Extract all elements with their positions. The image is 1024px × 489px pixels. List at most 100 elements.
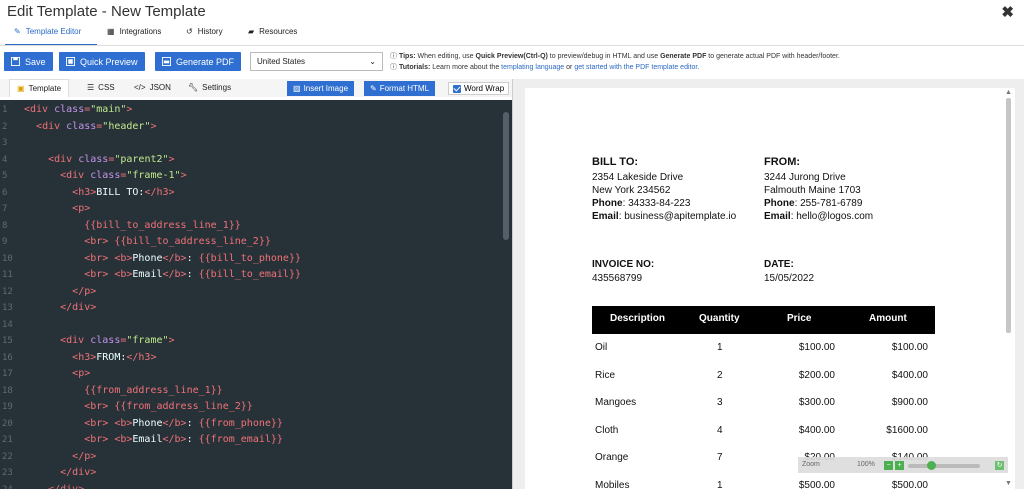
code-line: 14 bbox=[0, 317, 502, 333]
format-html-button[interactable]: ✎ Format HTML bbox=[364, 81, 436, 96]
templating-language-link[interactable]: templating language bbox=[501, 64, 564, 71]
zoom-slider-handle[interactable] bbox=[927, 461, 936, 470]
code-text: {{from_address_line_1}} bbox=[24, 383, 222, 399]
country-value: United States bbox=[257, 57, 306, 66]
code-line: 5 <div class="frame-1"> bbox=[0, 168, 502, 184]
zoom-slider[interactable] bbox=[908, 464, 980, 468]
table-cell: 1 bbox=[717, 479, 723, 489]
code-icon: </> bbox=[134, 83, 146, 92]
word-wrap-checkbox[interactable]: Word Wrap bbox=[448, 82, 510, 95]
table-row: Mangoes 3 $300.00 $900.00 bbox=[592, 389, 935, 416]
checkbox-checked-icon bbox=[453, 84, 461, 93]
from-line1: 3244 Jurong Drive bbox=[764, 172, 846, 183]
code-line: 22 </p> bbox=[0, 449, 502, 465]
book-icon: ▰ bbox=[248, 27, 255, 36]
chevron-down-icon: ⌄ bbox=[369, 57, 376, 66]
zoom-reset-icon[interactable]: ↻ bbox=[995, 461, 1004, 470]
code-line: 16 <h3>FROM:</h3> bbox=[0, 350, 502, 366]
insert-image-button[interactable]: ▨ Insert Image bbox=[287, 81, 355, 96]
country-select[interactable]: United States ⌄ bbox=[250, 52, 383, 71]
tab-template-editor[interactable]: ✎ Template Editor bbox=[14, 27, 81, 36]
from-email: Email: hello@logos.com bbox=[764, 210, 873, 223]
bill-to-address: 2354 Lakeside Drive New York 234562 Phon… bbox=[592, 171, 736, 223]
scroll-up-icon[interactable]: ▲ bbox=[1005, 89, 1012, 96]
save-button[interactable]: Save bbox=[4, 52, 53, 71]
code-scrollbar-thumb[interactable] bbox=[503, 112, 509, 240]
tab-template[interactable]: ▣ Template bbox=[9, 79, 70, 97]
zoom-in-button[interactable]: + bbox=[895, 461, 904, 470]
code-text: <h3>BILL TO:</h3> bbox=[24, 185, 174, 201]
code-line: 2 <div class="header"> bbox=[0, 119, 502, 135]
magic-icon: ✎ bbox=[370, 84, 377, 93]
code-token: {{bill_to_address_line_2}} bbox=[114, 236, 271, 247]
table-cell: $100.00 bbox=[891, 342, 928, 353]
close-icon[interactable]: ✖ bbox=[1001, 3, 1014, 21]
tab-history[interactable]: ↺ History bbox=[186, 27, 223, 36]
code-token: > bbox=[126, 104, 133, 115]
tab-label: Resources bbox=[259, 27, 298, 36]
code-token: : bbox=[186, 434, 199, 445]
column-header: Description bbox=[610, 313, 666, 324]
editor-tabs: ▣ Template ☰ CSS </> JSON 🔧︎ Settings ▨ … bbox=[0, 79, 512, 97]
zoom-out-button[interactable]: − bbox=[884, 461, 893, 470]
quick-preview-label: Quick Preview bbox=[80, 56, 138, 67]
line-number: 15 bbox=[2, 336, 13, 346]
tab-resources[interactable]: ▰ Resources bbox=[248, 27, 297, 36]
code-token: <h3> bbox=[72, 186, 97, 198]
table-row: Cloth 4 $400.00 $1600.00 bbox=[592, 417, 935, 444]
line-number: 14 bbox=[2, 319, 13, 330]
invoice-no-value: 435568799 bbox=[592, 273, 643, 284]
tab-integrations[interactable]: ▦ Integrations bbox=[107, 27, 161, 36]
scroll-down-icon[interactable]: ▼ bbox=[1005, 480, 1012, 487]
code-token: class bbox=[78, 153, 109, 165]
code-line: 21 <br> <b>Email</b>: {{from_email}} bbox=[0, 432, 502, 448]
code-line: 9 <br> {{bill_to_address_line_2}} bbox=[0, 234, 502, 250]
code-line: 18 {{from_address_line_1}} bbox=[0, 383, 502, 399]
code-token: <p> bbox=[72, 203, 91, 214]
table-row: Oil 1 $100.00 $100.00 bbox=[592, 334, 935, 361]
phone-value: : 255-781-6789 bbox=[794, 198, 863, 209]
line-number: 5 bbox=[2, 171, 8, 181]
column-header: Price bbox=[787, 313, 812, 324]
from-heading: FROM: bbox=[764, 156, 801, 168]
line-number: 13 bbox=[2, 303, 13, 313]
tab-json[interactable]: </> JSON bbox=[134, 83, 171, 92]
column-header: Quantity bbox=[699, 313, 740, 324]
tutorials-line: ⓘ Tutorials: Learn more about the templa… bbox=[390, 62, 840, 73]
table-icon: ▦ bbox=[107, 27, 115, 36]
code-token: Email bbox=[132, 269, 163, 280]
code-token: > bbox=[180, 170, 187, 181]
tab-settings[interactable]: 🔧︎ Settings bbox=[188, 83, 231, 92]
tips-generate-pdf: Generate PDF bbox=[660, 53, 707, 60]
preview-scrollbar-thumb[interactable] bbox=[1006, 98, 1011, 333]
generate-pdf-button[interactable]: Generate PDF bbox=[155, 52, 242, 71]
top-tabs: ✎ Template Editor ▦ Integrations ↺ Histo… bbox=[0, 24, 1024, 46]
tab-css[interactable]: ☰ CSS bbox=[87, 83, 115, 92]
code-line: 20 <br> <b>Phone</b>: {{from_phone}} bbox=[0, 416, 502, 432]
code-token: BILL TO: bbox=[96, 186, 145, 198]
from-line2: Falmouth Maine 1703 bbox=[764, 185, 861, 196]
tips-label: Tips: bbox=[398, 53, 416, 60]
get-started-link[interactable]: get started with the PDF template editor bbox=[574, 64, 697, 71]
code-editor[interactable]: 1 <div class="main"> 2 <div class="header"… bbox=[0, 100, 512, 489]
code-text: <br> {{bill_to_address_line_2}} bbox=[24, 234, 271, 250]
toolbar: Save Quick Preview Generate PDF United S… bbox=[0, 48, 1024, 74]
code-token: Email bbox=[132, 434, 163, 445]
code-token: </p> bbox=[72, 450, 97, 462]
code-text: </p> bbox=[24, 449, 96, 465]
format-html-label: Format HTML bbox=[379, 84, 430, 93]
line-number: 18 bbox=[2, 385, 13, 396]
line-number: 17 bbox=[2, 369, 13, 379]
tab-label: CSS bbox=[98, 83, 115, 92]
tab-label: JSON bbox=[149, 83, 171, 92]
quick-preview-button[interactable]: Quick Preview bbox=[59, 52, 145, 71]
table-cell: Rice bbox=[595, 369, 616, 381]
code-token: {{from_email}} bbox=[198, 434, 283, 445]
